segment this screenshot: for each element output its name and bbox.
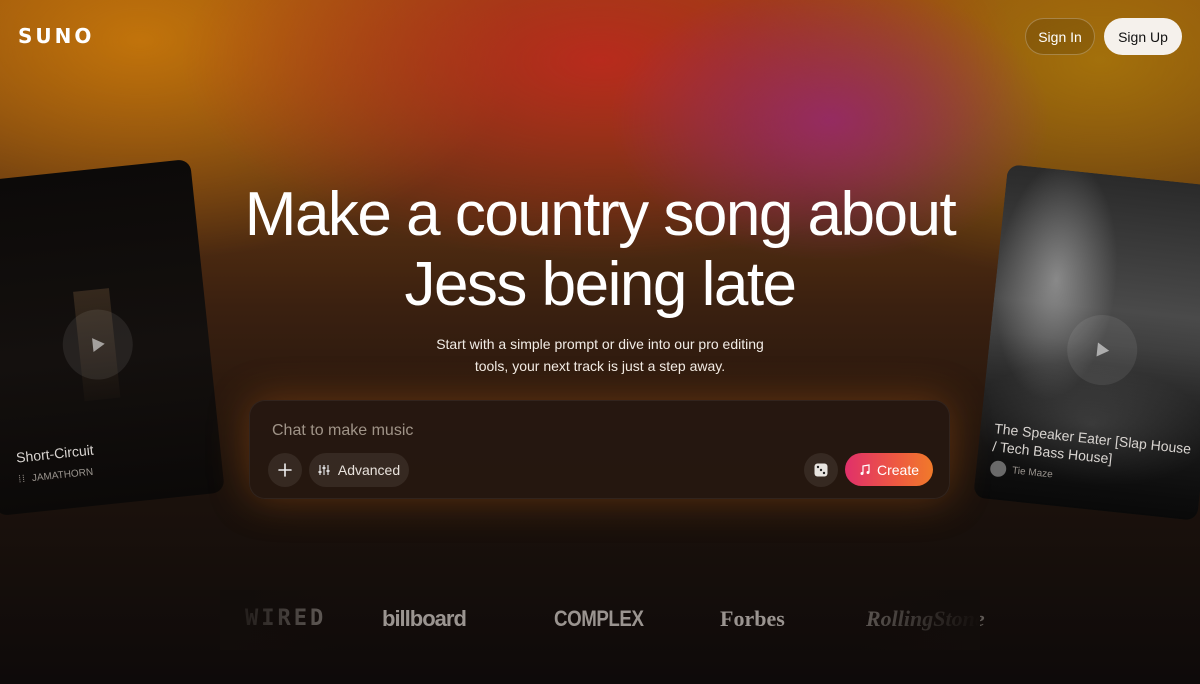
prompt-box: Advanced Create	[249, 400, 950, 499]
create-button[interactable]: Create	[845, 453, 933, 486]
sliders-icon	[318, 465, 330, 475]
random-prompt-button[interactable]	[804, 453, 838, 487]
advanced-label: Advanced	[337, 462, 401, 478]
plus-icon	[278, 463, 292, 477]
press-logo-billboard: billboard	[382, 606, 467, 631]
artist-avatar	[989, 460, 1008, 478]
dice-icon	[814, 463, 828, 477]
hero-subtitle-line-2: tools, your next track is just a step aw…	[474, 358, 726, 374]
sign-in-button[interactable]: Sign In	[1025, 18, 1095, 55]
play-icon	[1096, 342, 1110, 357]
add-button[interactable]	[268, 453, 302, 487]
play-icon	[92, 338, 105, 353]
sign-up-button[interactable]: Sign Up	[1104, 18, 1182, 55]
track-artist[interactable]: ⁞⁞ JAMATHORN	[18, 467, 94, 486]
advanced-button[interactable]: Advanced	[309, 453, 409, 487]
create-label: Create	[876, 461, 920, 478]
prompt-input[interactable]	[272, 419, 912, 443]
track-artist[interactable]: Tie Maze	[989, 460, 1053, 482]
artist-name: Tie Maze	[1011, 464, 1054, 480]
press-logos: WIRED billboard COMPLEX Forbes RollingSt…	[0, 600, 1200, 640]
hero-subtitle-line-1: Start with a simple prompt or dive into …	[436, 336, 764, 352]
artist-avatar-icon: ⁞⁞	[17, 473, 27, 486]
artist-name: JAMATHORN	[31, 466, 94, 485]
hero-title: Make a country song about Jess being lat…	[0, 180, 1200, 320]
press-logo-wired: WIRED	[245, 606, 327, 631]
hero-subtitle: Start with a simple prompt or dive into …	[420, 333, 780, 377]
music-note-icon	[860, 463, 870, 475]
hero-title-line-2: Jess being late	[404, 250, 797, 319]
press-logo-rollingstone: RollingStone	[866, 606, 985, 631]
hero-title-line-1: Make a country song about	[244, 180, 957, 249]
press-logo-complex: COMPLEX	[554, 606, 644, 631]
play-button[interactable]	[1063, 311, 1141, 389]
press-logo-forbes: Forbes	[720, 606, 785, 631]
suno-logo[interactable]: SUNO	[18, 24, 94, 48]
track-title: Short-Circuit	[15, 441, 95, 466]
site-header: SUNO Sign In Sign Up	[0, 0, 1200, 72]
